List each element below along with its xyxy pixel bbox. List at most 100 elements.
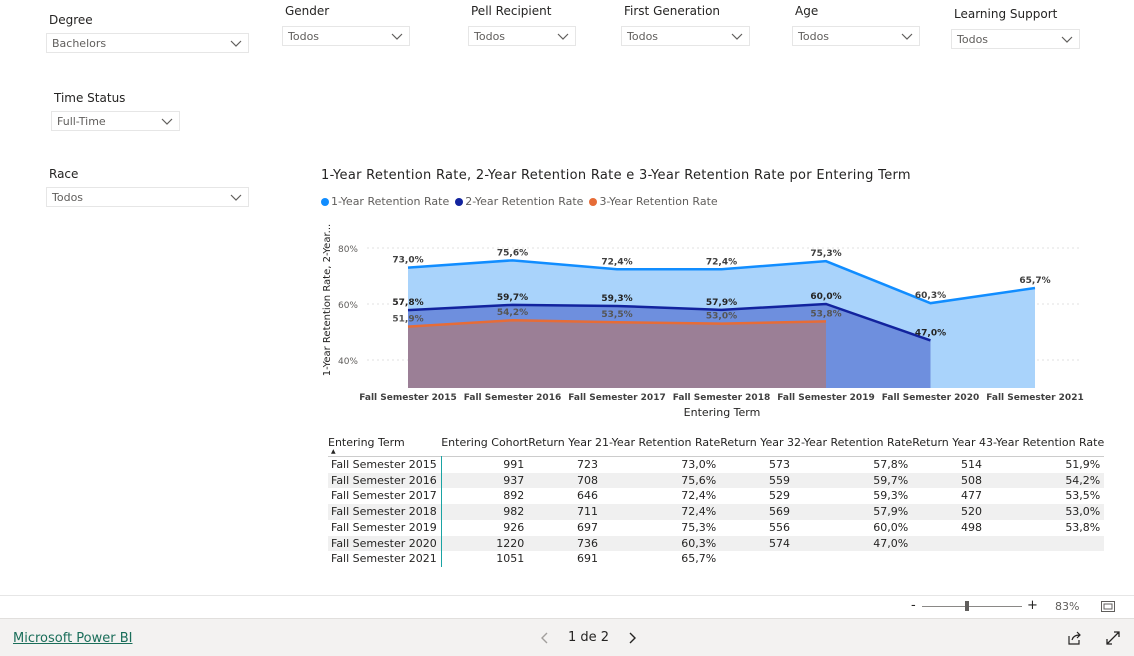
table-cell: 75,6% [602,472,721,489]
sort-ascending-icon: ▲ [331,448,336,455]
table-cell: 508 [912,472,987,489]
legend-marker [321,197,329,206]
chevron-down-icon [161,118,173,125]
zoom-slider-thumb[interactable] [965,601,969,611]
fullscreen-icon[interactable] [1106,631,1120,645]
table-cell: 75,3% [681,520,717,534]
slicer-time-status: Time Status Full-Time [51,91,180,133]
zoom-in-button[interactable]: + [1027,598,1038,613]
legend-label: 1-Year Retention Rate [331,195,450,208]
age-dropdown[interactable]: Todos [792,26,920,46]
x-tick-label: Fall Semester 2017 [568,393,665,403]
data-label: 59,7% [497,293,528,303]
table-row[interactable]: Fall Semester 2015 991 723 73,0% 573 57,8% 514… [328,456,1104,473]
first-gen-dropdown[interactable]: Todos [621,26,750,46]
degree-dropdown[interactable]: Bachelors [46,33,249,53]
column-header[interactable]: Entering Cohort [441,436,528,457]
pell-value: Todos [474,30,506,43]
column-header[interactable]: Return Year 3 [720,436,794,457]
table-cell: 573 [769,458,791,471]
table-cell: 57,9% [794,504,913,520]
table-header-row: Entering Term ▲ Entering Cohort Return Year… [328,436,1105,457]
table-row[interactable]: Fall Semester 2017 892 646 72,4% 529 59,3% 477… [328,488,1104,505]
column-header[interactable]: 2-Year Retention Rate [794,436,912,457]
x-tick-label: Fall Semester 2015 [359,393,456,403]
table-cell: 73,0% [681,458,717,471]
zoom-out-button[interactable]: - [911,598,916,613]
legend-label: 3-Year Retention Rate [599,195,718,208]
time-status-dropdown[interactable]: Full-Time [51,111,180,131]
retention-area-chart[interactable]: 80% 60% 40% 73,0% 75,6% 72,4% 72,4% 75,3% 60,3% 6… [315,210,1090,425]
column-header[interactable]: Return Year 4 [912,436,986,457]
slicer-degree: Degree Bachelors [46,13,249,55]
legend-item[interactable]: 2-Year Retention Rate [455,195,583,208]
legend-item[interactable]: 3-Year Retention Rate [589,195,718,208]
table-cell: Fall Semester 2021 [328,551,442,567]
power-bi-link[interactable]: Microsoft Power BI [13,631,132,646]
table-cell: 646 [577,489,599,503]
table-cell: 477 [961,489,983,503]
chevron-down-icon [230,40,242,47]
zoom-slider[interactable] [922,601,1022,611]
gender-dropdown[interactable]: Todos [282,26,410,46]
table-cell: 520 [912,504,987,520]
table-row[interactable]: Fall Semester 2016 937 708 75,6% 559 59,7% 508… [328,472,1105,489]
table-cell [720,551,794,567]
table-cell: 691 [577,552,599,566]
data-label: 72,4% [601,257,632,267]
chevron-down-icon [557,33,569,40]
table-cell: 559 [720,472,795,489]
table-cell: 72,4% [681,489,717,503]
table-row[interactable]: Fall Semester 2021 1051 691 65,7% [328,551,1104,567]
column-header[interactable]: 1-Year Retention Rate [602,436,720,457]
table-row[interactable]: Fall Semester 2019 926 697 75,3% 556 60,0% 498… [328,519,1104,536]
x-tick-label: Fall Semester 2021 [986,393,1083,403]
chevron-down-icon [731,33,743,40]
column-header[interactable]: Entering Term ▲ [328,436,441,457]
legend-item[interactable]: 1-Year Retention Rate [321,195,449,208]
chevron-down-icon [230,194,242,201]
table-cell: 498 [961,520,983,534]
chevron-down-icon [391,33,403,40]
data-label: 60,0% [810,292,841,302]
pell-dropdown[interactable]: Todos [468,26,576,46]
table-row[interactable]: Fall Semester 2020 1220 736 60,3% 574 47,0% [328,535,1105,552]
share-icon[interactable] [1067,631,1082,645]
race-value: Todos [52,191,84,204]
table-cell: 529 [769,489,791,503]
table-row[interactable]: Fall Semester 2018 982 711 72,4% 569 57,9% 520… [328,504,1105,520]
column-header[interactable]: 3-Year Retention Rate [986,436,1104,457]
column-header[interactable]: Return Year 2 [528,436,602,457]
table-cell: 736 [528,535,603,552]
data-label: 54,2% [497,308,528,318]
table-cell: 53,8% [1065,520,1101,534]
x-tick-label: Fall Semester 2018 [673,393,770,403]
table-cell: Fall Semester 2016 [328,472,442,489]
table-cell: 72,4% [602,504,721,520]
first-gen-value: Todos [627,30,659,43]
chevron-right-icon[interactable] [627,632,637,644]
table-cell: 711 [528,504,603,520]
retention-table[interactable]: Entering Term ▲ Entering Cohort Return Year… [328,436,1105,567]
age-value: Todos [798,30,830,43]
fit-to-page-icon[interactable] [1101,601,1115,612]
table-cell [794,551,912,567]
chart-legend[interactable]: 1-Year Retention Rate 2-Year Retention Ra… [321,195,718,208]
table-cell: 991 [503,458,525,471]
table-cell: Fall Semester 2020 [328,535,442,552]
slicer-pell-recipient: Pell Recipient Todos [468,4,576,46]
chevron-left-icon[interactable] [540,632,550,644]
learning-support-dropdown[interactable]: Todos [951,29,1080,49]
x-axis-title: Entering Term [684,406,761,419]
y-axis-title: 1-Year Retention Rate, 2-Year... [322,224,333,376]
race-dropdown[interactable]: Todos [46,187,249,207]
x-tick-label: Fall Semester 2016 [464,393,561,403]
table-cell: 569 [720,504,795,520]
data-label: 51,9% [392,315,423,325]
data-label: 75,3% [810,249,841,259]
table-cell: Fall Semester 2017 [328,488,442,505]
slicer-pell-label: Pell Recipient [471,4,552,18]
table-cell: 59,7% [794,472,913,489]
report-footer: Microsoft Power BI 1 de 2 [0,618,1134,656]
data-label: 53,8% [810,309,841,319]
